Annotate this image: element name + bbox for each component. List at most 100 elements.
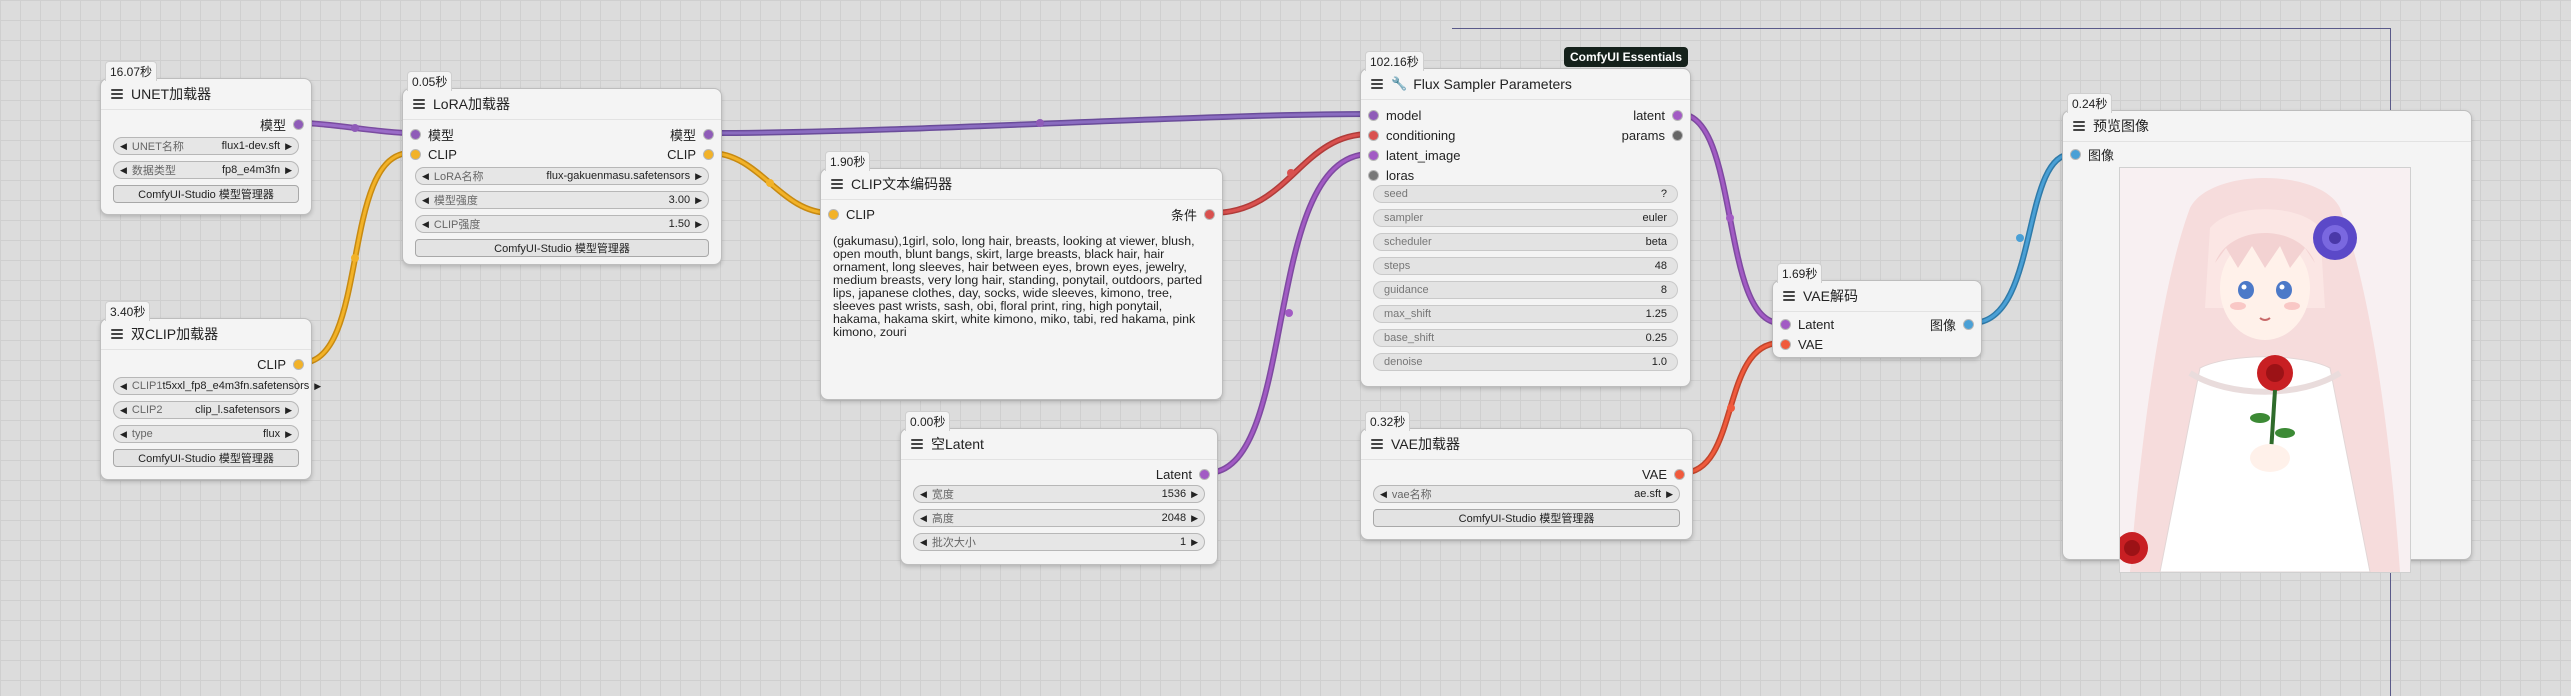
input-slot-model[interactable]: 模型 <box>411 125 454 143</box>
node-title-bar[interactable]: 🔧 Flux Sampler Parameters <box>1361 69 1690 100</box>
output-dot[interactable] <box>294 359 303 369</box>
right-arrow-icon[interactable]: ▶ <box>1666 489 1673 500</box>
combo-widget-unet-name[interactable]: ◀ UNET名称 flux1-dev.sft ▶ <box>113 137 299 155</box>
prompt-textarea[interactable]: (gakumasu),1girl, solo, long hair, breas… <box>833 235 1210 387</box>
left-arrow-icon[interactable]: ◀ <box>920 513 927 524</box>
node-title-bar[interactable]: UNET加载器 <box>101 79 311 110</box>
right-arrow-icon[interactable]: ▶ <box>695 195 702 206</box>
output-dot[interactable] <box>704 149 713 159</box>
left-arrow-icon[interactable]: ◀ <box>920 489 927 500</box>
menu-icon[interactable] <box>2073 121 2085 131</box>
text-widget-scheduler[interactable]: scheduler beta <box>1373 233 1678 251</box>
text-widget-guidance[interactable]: guidance 8 <box>1373 281 1678 299</box>
output-dot[interactable] <box>1673 110 1682 120</box>
output-dot[interactable] <box>1673 130 1682 140</box>
output-dot[interactable] <box>294 119 303 129</box>
combo-widget-clip2[interactable]: ◀ CLIP2 clip_l.safetensors ▶ <box>113 401 299 419</box>
output-dot[interactable] <box>704 129 713 139</box>
left-arrow-icon[interactable]: ◀ <box>1380 489 1387 500</box>
input-dot[interactable] <box>1369 150 1378 160</box>
menu-icon[interactable] <box>831 179 843 189</box>
input-slot-clip[interactable]: CLIP <box>829 205 875 223</box>
left-arrow-icon[interactable]: ◀ <box>422 171 429 182</box>
output-slot-params[interactable]: params <box>1622 126 1682 144</box>
combo-widget-vae-name[interactable]: ◀ vae名称 ae.sft ▶ <box>1373 485 1680 503</box>
model-manager-button[interactable]: ComfyUI-Studio 模型管理器 <box>1373 509 1680 527</box>
number-widget-clip-strength[interactable]: ◀ CLIP强度 1.50 ▶ <box>415 215 709 233</box>
input-dot[interactable] <box>1781 319 1790 329</box>
left-arrow-icon[interactable]: ◀ <box>120 381 127 392</box>
node-title-bar[interactable]: 双CLIP加载器 <box>101 319 311 350</box>
left-arrow-icon[interactable]: ◀ <box>422 219 429 230</box>
model-manager-button[interactable]: ComfyUI-Studio 模型管理器 <box>113 449 299 467</box>
node-flux-sampler-parameters[interactable]: 102.16秒 ComfyUI Essentials 🔧 Flux Sample… <box>1360 47 1691 387</box>
node-title-bar[interactable]: CLIP文本编码器 <box>821 169 1222 200</box>
model-manager-button[interactable]: ComfyUI-Studio 模型管理器 <box>415 239 709 257</box>
right-arrow-icon[interactable]: ▶ <box>285 141 292 152</box>
input-slot-latent[interactable]: Latent <box>1781 315 1834 333</box>
right-arrow-icon[interactable]: ▶ <box>695 171 702 182</box>
menu-icon[interactable] <box>1371 79 1383 89</box>
node-unet-loader[interactable]: 16.07秒 UNET加载器 模型 ◀ UNET名称 flux1-dev.sft… <box>100 61 312 215</box>
right-arrow-icon[interactable]: ▶ <box>1191 513 1198 524</box>
anime-girl-with-roses-image[interactable] <box>2119 167 2411 573</box>
text-widget-seed[interactable]: seed ? <box>1373 185 1678 203</box>
left-arrow-icon[interactable]: ◀ <box>120 429 127 440</box>
output-slot-conditioning[interactable]: 条件 <box>1171 205 1214 223</box>
right-arrow-icon[interactable]: ▶ <box>285 165 292 176</box>
number-widget-height[interactable]: ◀ 高度 2048 ▶ <box>913 509 1205 527</box>
node-title-bar[interactable]: VAE加载器 <box>1361 429 1692 460</box>
node-clip-text-encoder[interactable]: 1.90秒 CLIP文本编码器 CLIP 条件 (gakumasu),1girl… <box>820 151 1223 400</box>
input-slot-loras[interactable]: loras <box>1369 166 1414 184</box>
text-widget-steps[interactable]: steps 48 <box>1373 257 1678 275</box>
menu-icon[interactable] <box>413 99 425 109</box>
right-arrow-icon[interactable]: ▶ <box>1191 489 1198 500</box>
input-dot[interactable] <box>411 129 420 139</box>
output-slot-model[interactable]: 模型 <box>260 115 303 133</box>
input-slot-model[interactable]: model <box>1369 106 1421 124</box>
output-slot-latent[interactable]: Latent <box>1156 465 1209 483</box>
menu-icon[interactable] <box>911 439 923 449</box>
input-dot[interactable] <box>2071 149 2080 159</box>
input-dot[interactable] <box>1369 110 1378 120</box>
right-arrow-icon[interactable]: ▶ <box>285 405 292 416</box>
menu-icon[interactable] <box>111 89 123 99</box>
model-manager-button[interactable]: ComfyUI-Studio 模型管理器 <box>113 185 299 203</box>
left-arrow-icon[interactable]: ◀ <box>120 141 127 152</box>
output-slot-latent[interactable]: latent <box>1633 106 1682 124</box>
output-dot[interactable] <box>1205 209 1214 219</box>
menu-icon[interactable] <box>111 329 123 339</box>
text-widget-max-shift[interactable]: max_shift 1.25 <box>1373 305 1678 323</box>
input-dot[interactable] <box>1781 339 1790 349</box>
menu-icon[interactable] <box>1783 291 1795 301</box>
input-slot-conditioning[interactable]: conditioning <box>1369 126 1455 144</box>
output-slot-clip[interactable]: CLIP <box>257 355 303 373</box>
node-title-bar[interactable]: 预览图像 <box>2063 111 2471 142</box>
node-vae-loader[interactable]: 0.32秒 VAE加载器 VAE ◀ vae名称 ae.sft ▶ ComfyU… <box>1360 411 1693 540</box>
right-arrow-icon[interactable]: ▶ <box>695 219 702 230</box>
input-dot[interactable] <box>411 149 420 159</box>
right-arrow-icon[interactable]: ▶ <box>1191 537 1198 548</box>
right-arrow-icon[interactable]: ▶ <box>314 381 321 392</box>
number-widget-batch-size[interactable]: ◀ 批次大小 1 ▶ <box>913 533 1205 551</box>
combo-widget-lora-name[interactable]: ◀ LoRA名称 flux-gakuenmasu.safetensors ▶ <box>415 167 709 185</box>
output-slot-image[interactable]: 图像 <box>1930 315 1973 333</box>
number-widget-width[interactable]: ◀ 宽度 1536 ▶ <box>913 485 1205 503</box>
input-slot-clip[interactable]: CLIP <box>411 145 457 163</box>
input-slot-latent-image[interactable]: latent_image <box>1369 146 1460 164</box>
node-title-bar[interactable]: VAE解码 <box>1773 281 1981 312</box>
combo-widget-clip1[interactable]: ◀ CLIP1 t5xxl_fp8_e4m3fn.safetensors ▶ <box>113 377 321 395</box>
text-widget-base-shift[interactable]: base_shift 0.25 <box>1373 329 1678 347</box>
right-arrow-icon[interactable]: ▶ <box>285 429 292 440</box>
menu-icon[interactable] <box>1371 439 1383 449</box>
node-preview-image[interactable]: 0.24秒 预览图像 图像 <box>2062 93 2472 573</box>
output-slot-model[interactable]: 模型 <box>670 125 713 143</box>
input-slot-image[interactable]: 图像 <box>2071 145 2114 163</box>
input-dot[interactable] <box>829 209 838 219</box>
node-vae-decode[interactable]: 1.69秒 VAE解码 Latent VAE 图像 <box>1772 263 1982 358</box>
output-dot[interactable] <box>1200 469 1209 479</box>
left-arrow-icon[interactable]: ◀ <box>120 405 127 416</box>
output-dot[interactable] <box>1675 469 1684 479</box>
output-slot-vae[interactable]: VAE <box>1642 465 1684 483</box>
node-empty-latent[interactable]: 0.00秒 空Latent Latent ◀ 宽度 1536 ▶ ◀ 高度 20… <box>900 411 1218 565</box>
